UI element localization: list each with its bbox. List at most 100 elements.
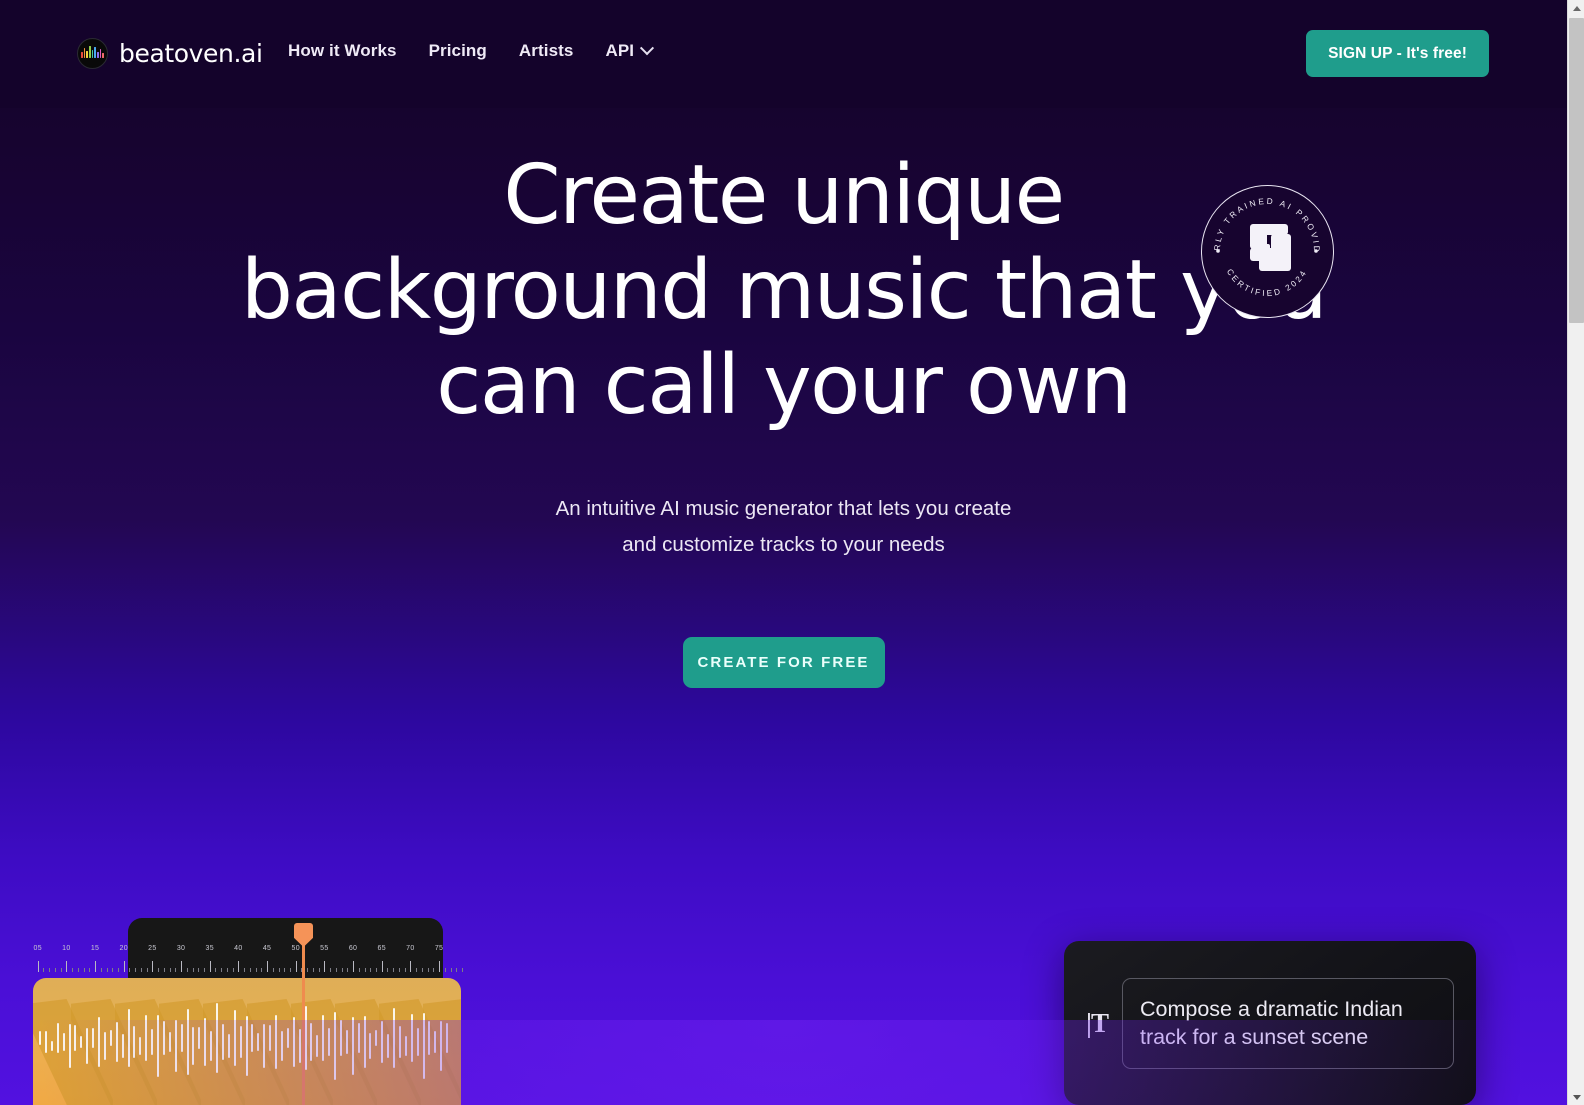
waveform-bar [334, 1012, 336, 1080]
ruler-tick-minor [100, 968, 102, 972]
ruler-tick-minor [278, 968, 280, 972]
waveform-bar [80, 1036, 83, 1048]
scrollbar-thumb[interactable] [1569, 18, 1584, 323]
ruler-tick-minor [163, 968, 165, 972]
waveform-bar [210, 1031, 213, 1061]
create-for-free-button[interactable]: CREATE FOR FREE [682, 637, 885, 688]
headline-line-2: background music that you [240, 243, 1328, 338]
waveform-bar [204, 1018, 207, 1066]
ruler-label: 20 [119, 945, 128, 952]
ruler-tick-minor [450, 968, 452, 972]
waveform-clip[interactable] [33, 978, 461, 1105]
brand-logo-link[interactable]: beatoven.ai [77, 38, 263, 69]
waveform-bar [404, 1036, 407, 1056]
waveform-bar [393, 1008, 395, 1068]
ruler-tick-minor [72, 968, 74, 972]
waveform-bar [44, 1031, 47, 1053]
ruler-label: 70 [406, 945, 415, 952]
waveform-bar [139, 1037, 142, 1055]
ruler-tick-minor [215, 968, 217, 972]
waveform-bar [375, 1030, 378, 1046]
ruler-tick-minor [347, 968, 349, 972]
hero-section: Create unique background music that you … [0, 108, 1567, 688]
ruler-label: 65 [377, 945, 386, 952]
ruler-tick-minor [89, 968, 91, 972]
ruler-tick-minor [421, 968, 423, 972]
waveform-bar [263, 1024, 266, 1068]
waveform-bar [351, 1017, 354, 1075]
waveform-bar [221, 1024, 224, 1060]
waveform-bar [387, 1034, 390, 1058]
ruler-tick-minor [312, 968, 314, 972]
ruler-tick-minor [117, 968, 119, 972]
waveform-bar [115, 1022, 118, 1062]
ruler-tick-minor [272, 968, 274, 972]
ruler-tick-minor [60, 968, 62, 972]
ruler-label: 40 [234, 945, 243, 952]
ruler-tick-minor [364, 968, 366, 972]
waveform-bar [198, 1027, 201, 1049]
ruler-tick-minor [393, 968, 395, 972]
ruler-label: 30 [176, 945, 186, 952]
ruler-tick-minor [106, 968, 108, 972]
ruler-tick-minor [261, 968, 263, 972]
ruler-tick-minor [398, 968, 400, 972]
vertical-scrollbar[interactable] [1567, 0, 1584, 1105]
signup-button[interactable]: SIGN UP - It's free! [1306, 30, 1489, 77]
ruler-tick-minor [198, 968, 200, 972]
ruler-tick [66, 961, 68, 972]
ruler-tick-minor [289, 968, 291, 972]
ruler-tick [267, 961, 269, 972]
ruler-tick-minor [375, 968, 377, 972]
waveform-bar [339, 1020, 342, 1056]
waveform-bar [245, 1016, 248, 1076]
waveform-bar [121, 1034, 124, 1058]
waveform-bar [192, 1027, 195, 1065]
ruler-tick-minor [203, 968, 205, 972]
waveform-bar [280, 1031, 283, 1061]
ruler-tick-minor [135, 968, 137, 972]
nav-link-artists[interactable]: Artists [519, 41, 574, 61]
nav-link-api[interactable]: API [605, 41, 655, 61]
prompt-card: |T Compose a dramatic Indian track for a… [1064, 941, 1476, 1105]
scroll-down-arrow-icon[interactable] [1568, 1088, 1584, 1105]
ruler-tick-minor [330, 968, 332, 972]
waveform-bar [251, 1024, 254, 1052]
waveform-bar [174, 1020, 177, 1072]
ruler-tick-minor [146, 968, 148, 972]
waveform-bar [168, 1032, 171, 1052]
fairly-trained-badge-icon: FAIRLY TRAINED AI PROVIDER CERTIFIED 202… [1200, 185, 1334, 318]
timeline-editor-mock: 05 10 15 20 25 30 35 40 45 50 55 60 65 70 75 [0, 900, 500, 1105]
waveform-bar [68, 1024, 71, 1068]
ruler-tick-minor [169, 968, 171, 972]
waveform-bar [216, 1003, 218, 1073]
waveform-bar [292, 1017, 295, 1067]
ruler-ticks [36, 959, 466, 972]
nav-link-api-label: API [605, 41, 635, 60]
waveform-bar [322, 1015, 325, 1061]
waveform-bar [39, 1031, 41, 1045]
waveform-bar [257, 1033, 260, 1051]
prompt-input[interactable]: Compose a dramatic Indian track for a su… [1121, 977, 1454, 1069]
ruler-tick-minor [341, 968, 343, 972]
subtitle-line-1: An intuitive AI music generator that let… [555, 497, 1012, 520]
waveform-bar [446, 1023, 449, 1053]
ruler-tick [123, 961, 125, 972]
ruler-tick-minor [83, 968, 85, 972]
waveform-bar [92, 1028, 95, 1048]
ruler-tick-minor [370, 968, 372, 972]
waveform-bar [440, 1021, 443, 1071]
timeline-playhead[interactable] [294, 923, 313, 1105]
nav-link-how-it-works[interactable]: How it Works [288, 41, 397, 61]
waveform-bar [410, 1014, 413, 1062]
timeline-ruler[interactable]: 05 10 15 20 25 30 35 40 45 50 55 60 65 70 75 [34, 945, 466, 973]
ruler-label: 55 [320, 945, 329, 952]
ruler-tick-minor [112, 968, 114, 972]
waveform-bar [381, 1021, 384, 1063]
ruler-label: 25 [148, 945, 157, 952]
ruler-tick-minor [49, 968, 51, 972]
waveform-bar [227, 1034, 230, 1058]
nav-link-pricing[interactable]: Pricing [429, 41, 487, 61]
ruler-tick-minor [192, 968, 194, 972]
scroll-up-arrow-icon[interactable] [1568, 0, 1584, 17]
